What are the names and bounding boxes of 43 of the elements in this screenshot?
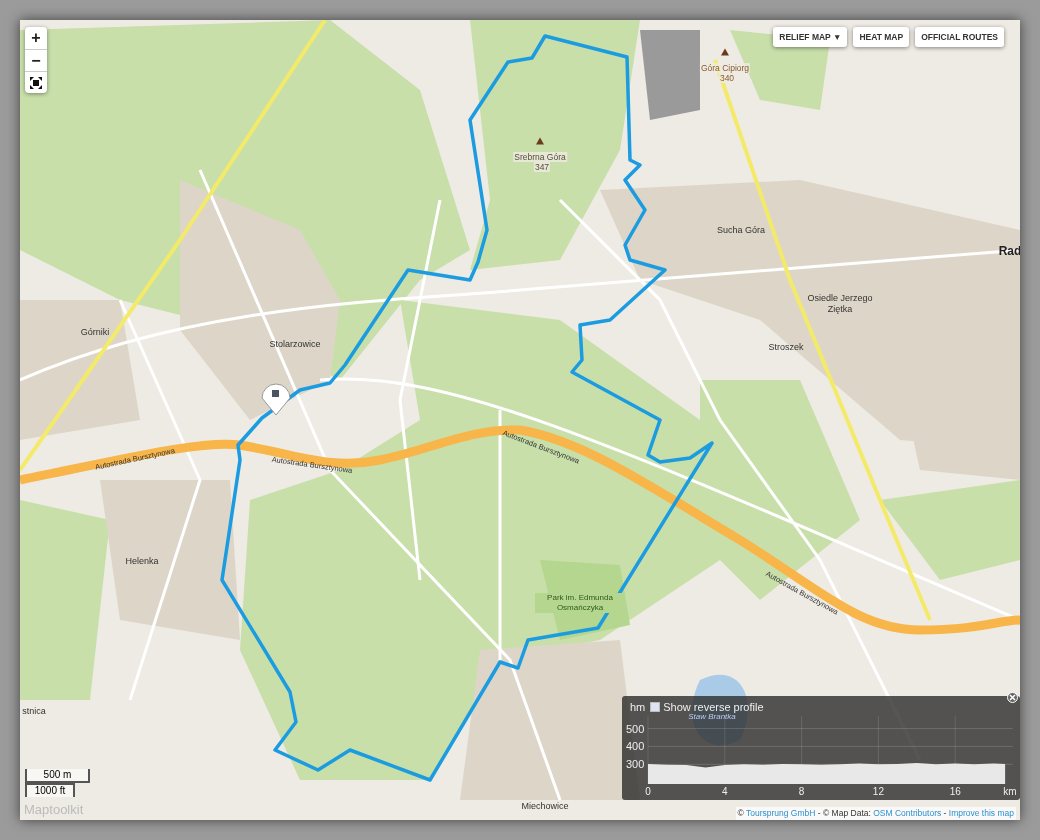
axis-tick-label: 4: [722, 786, 728, 797]
checkbox[interactable]: [650, 702, 661, 713]
axis-tick-label: 400: [626, 740, 645, 753]
attribution-text: - © Map Data:: [816, 808, 872, 818]
close-icon[interactable]: [1007, 692, 1018, 703]
layer-button[interactable]: RELIEF MAP ▼: [773, 27, 848, 47]
attribution-link[interactable]: OSM Contributors: [873, 808, 942, 818]
layer-button[interactable]: OFFICIAL ROUTES: [915, 27, 1004, 47]
peak-label: Srebrna Góra: [513, 152, 567, 162]
zoom-in-button[interactable]: +: [25, 27, 47, 49]
layer-button[interactable]: HEAT MAP: [853, 27, 910, 47]
place-label: Sucha Góra: [717, 224, 765, 238]
water-label: Staw Brantka: [688, 712, 736, 723]
attribution-text: -: [942, 808, 948, 818]
attribution-link[interactable]: Toursprung GmbH: [746, 808, 816, 818]
place-label: Helenka: [125, 555, 159, 569]
peak-icon: [536, 137, 544, 145]
peak-icon: [721, 48, 729, 56]
place-label: Stroszek: [768, 341, 804, 355]
start-marker-icon: [261, 383, 291, 416]
elevation-label: 340: [718, 73, 736, 83]
axis-title: km: [1003, 786, 1017, 797]
zoom-out-button[interactable]: −: [25, 49, 47, 71]
unit-label: hm: [630, 700, 646, 715]
elevation-label: 347: [533, 162, 551, 172]
scale-bar: 500 m: [25, 769, 90, 783]
attribution-text: ©: [737, 808, 745, 818]
axis-tick-label: 16: [949, 786, 961, 797]
axis-tick-label: 300: [626, 758, 645, 771]
place-label: Osiedle Jerzego Ziętka: [806, 293, 874, 315]
place-label: Miechowice: [521, 800, 569, 814]
place-label: stnica: [22, 705, 46, 719]
attribution-link[interactable]: Improve this map: [948, 808, 1014, 818]
place-label: Rad: [998, 243, 1020, 260]
park-label: Park im. Edmunda Osmańczyka: [535, 593, 625, 613]
axis-tick-label: 500: [626, 722, 645, 735]
axis-tick-label: 12: [872, 786, 884, 797]
peak-label: Góra Cipiorg: [699, 63, 751, 73]
axis-tick-label: 0: [645, 786, 651, 797]
place-label: Stolarzowice: [269, 338, 321, 352]
axis-tick-label: 8: [798, 786, 805, 797]
place-label: Górniki: [80, 326, 110, 340]
scale-bar: 1000 ft: [25, 783, 75, 797]
